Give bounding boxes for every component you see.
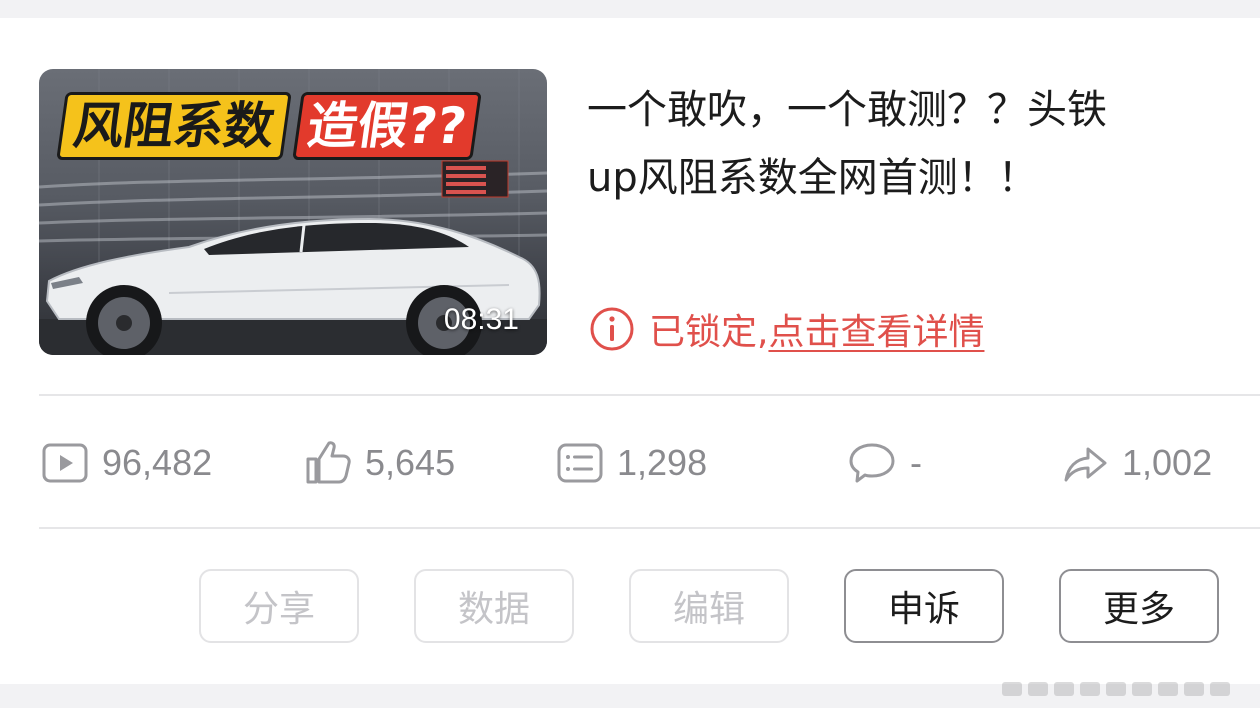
plays-count: 96,482 xyxy=(102,442,213,483)
stat-danmaku: 1,298 xyxy=(557,436,707,490)
thumbnail-headline: 风阻系数 造假?? xyxy=(56,91,482,161)
video-card: 风阻系数 造假?? 08:31 一个敢吹，一个敢测？？头铁 up风阻系数全网首测… xyxy=(0,18,1260,684)
stat-comments: - xyxy=(848,436,922,490)
shares-count: 1,002 xyxy=(1122,442,1213,483)
divider xyxy=(39,527,1260,529)
share-button[interactable]: 分享 xyxy=(199,569,359,643)
view-details-link[interactable]: 点击查看详情 xyxy=(768,303,984,355)
danmaku-count: 1,298 xyxy=(617,442,708,483)
locked-label: 已锁定, xyxy=(649,312,769,353)
comment-icon xyxy=(849,443,895,483)
comments-count: - xyxy=(910,442,922,483)
video-thumbnail[interactable]: 风阻系数 造假?? 08:31 xyxy=(39,69,547,355)
video-title-line1: 一个敢吹，一个敢测？？头铁 xyxy=(587,87,1107,133)
stat-shares: 1,002 xyxy=(1062,436,1212,490)
watermark-logo xyxy=(1002,682,1230,696)
stat-likes: 5,645 xyxy=(305,436,455,490)
likes-count: 5,645 xyxy=(365,442,456,483)
share-arrow-icon xyxy=(1064,447,1107,482)
video-duration: 08:31 xyxy=(443,303,519,336)
thumbnail-headline-part2: 造假?? xyxy=(292,92,482,160)
stats-row: 96,482 5,645 1,298 - 1,002 xyxy=(0,436,1260,490)
info-icon xyxy=(590,307,634,351)
danmaku-icon xyxy=(557,443,603,483)
more-button[interactable]: 更多 xyxy=(1059,569,1219,643)
thumbs-up-icon xyxy=(306,441,351,484)
edit-button[interactable]: 编辑 xyxy=(629,569,789,643)
stat-plays: 96,482 xyxy=(42,436,212,490)
appeal-button[interactable]: 申诉 xyxy=(844,569,1004,643)
thumbnail-headline-part1: 风阻系数 xyxy=(56,92,292,160)
data-button[interactable]: 数据 xyxy=(414,569,574,643)
video-title-line2: up风阻系数全网首测！！ xyxy=(587,155,1038,201)
video-title[interactable]: 一个敢吹，一个敢测？？头铁 up风阻系数全网首测！！ xyxy=(587,76,1207,212)
play-icon xyxy=(42,443,88,483)
divider xyxy=(39,394,1260,396)
locked-status: 已锁定, 点击查看详情 xyxy=(589,303,984,355)
